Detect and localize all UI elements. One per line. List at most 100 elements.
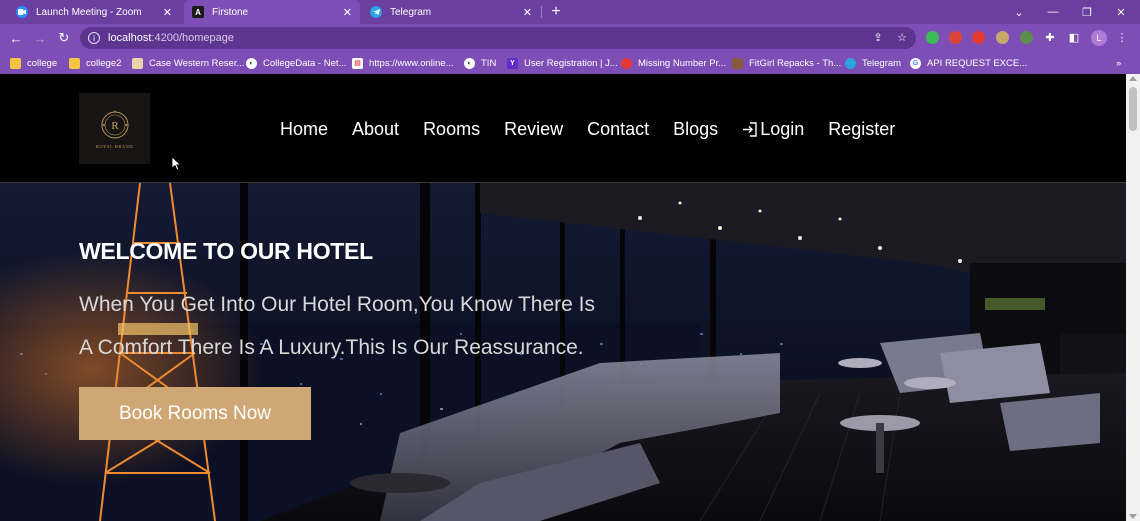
hero-title: WELCOME TO OUR HOTEL <box>79 238 373 264</box>
tab-title: Launch Meeting - Zoom <box>36 6 142 18</box>
bookmark-label: FitGirl Repacks - Th... <box>749 57 842 69</box>
url-host: localhost <box>108 32 152 44</box>
bookmark-collegedata[interactable]: ◐ CollegeData - Net... <box>246 55 346 71</box>
bookmark-college2[interactable]: college2 <box>69 55 121 71</box>
yahoo-icon: Y <box>507 57 518 69</box>
bookmark-online[interactable]: ▤ https://www.online... <box>352 55 453 71</box>
bookmark-label: CollegeData - Net... <box>263 57 347 69</box>
bookmark-label: TIN <box>481 57 497 69</box>
hero-subtitle-line-2: A Comfort There Is A Luxury.This Is Our … <box>79 336 584 359</box>
address-bar[interactable]: i localhost :4200/homepage <box>80 27 916 49</box>
bookmark-api-request[interactable]: G API REQUEST EXCE... <box>910 55 1027 71</box>
extension-icon[interactable] <box>926 31 939 44</box>
case-western-icon <box>132 57 143 69</box>
login-icon <box>742 121 759 138</box>
back-arrow-icon[interactable]: ← <box>7 29 25 47</box>
site-logo[interactable]: R ROYAL BRAND <box>79 93 150 164</box>
tab-firstone[interactable]: A Firstone ✕ <box>184 0 360 24</box>
site-header: R ROYAL BRAND Home About Rooms Review Co… <box>0 74 1126 183</box>
bookmark-label: https://www.online... <box>369 57 454 69</box>
extension-icon[interactable] <box>996 31 1009 44</box>
tab-telegram[interactable]: Telegram ✕ <box>362 0 540 24</box>
url-path: :4200/homepage <box>151 32 234 44</box>
bookmark-label: Telegram <box>862 57 902 69</box>
nav-about[interactable]: About <box>352 119 399 140</box>
extension-icon[interactable] <box>949 31 962 44</box>
forward-arrow-icon[interactable]: → <box>31 29 49 47</box>
bookmark-label: college <box>27 57 58 69</box>
nav-blogs[interactable]: Blogs <box>673 119 718 140</box>
main-nav: Home About Rooms Review Contact Blogs Lo… <box>280 118 919 140</box>
nav-login[interactable]: Login <box>742 119 804 140</box>
bookmark-label: User Registration | J... <box>524 57 618 69</box>
telegram-icon <box>370 6 382 18</box>
bookmarks-overflow-icon[interactable]: » <box>1116 55 1121 71</box>
nav-home[interactable]: Home <box>280 119 328 140</box>
bookmark-label: Case Western Reser... <box>149 57 245 69</box>
bookmark-fitgirl[interactable]: FitGirl Repacks - Th... <box>732 55 841 71</box>
side-panel-icon[interactable]: ◧ <box>1066 29 1082 45</box>
bookmark-case-western[interactable]: Case Western Reser... <box>132 55 244 71</box>
scrollbar-thumb[interactable] <box>1129 87 1137 131</box>
nav-review[interactable]: Review <box>504 119 563 140</box>
new-tab-button[interactable]: + <box>546 2 566 22</box>
bookmark-star-icon[interactable]: ☆ <box>894 29 910 45</box>
telegram-icon <box>845 57 856 69</box>
kebab-menu-icon[interactable]: ⋮ <box>1114 29 1130 45</box>
extension-icon[interactable] <box>972 31 985 44</box>
page-scrollbar[interactable] <box>1126 74 1140 521</box>
collegedata-icon: ◐ <box>246 57 257 69</box>
folder-icon <box>10 57 21 69</box>
bookmark-college[interactable]: college <box>10 55 57 71</box>
folder-icon <box>69 57 80 69</box>
nav-login-label: Login <box>760 118 805 139</box>
tab-search-chevron-icon[interactable]: ⌄ <box>1002 0 1036 24</box>
nav-contact[interactable]: Contact <box>587 119 649 140</box>
bookmark-label: Missing Number Pr... <box>638 57 727 69</box>
tab-close-icon[interactable]: ✕ <box>163 6 172 19</box>
page-viewport: R ROYAL BRAND Home About Rooms Review Co… <box>0 74 1140 521</box>
google-icon: G <box>910 57 921 69</box>
share-icon[interactable]: ⇪ <box>870 29 886 45</box>
scroll-up-arrow-icon[interactable] <box>1129 76 1137 81</box>
bookmark-label: API REQUEST EXCE... <box>927 57 1028 69</box>
site-info-icon[interactable]: i <box>88 32 100 44</box>
bug-icon <box>621 57 632 69</box>
scroll-down-arrow-icon[interactable] <box>1129 514 1137 519</box>
tab-title: Telegram <box>390 6 432 18</box>
bookmark-tin[interactable]: ◐ TIN <box>464 55 496 71</box>
crest-icon: R <box>101 110 128 139</box>
hero-section: WELCOME TO OUR HOTEL When You Get Into O… <box>0 183 1126 521</box>
bookmarks-bar: college college2 Case Western Reser... ◐… <box>0 52 1140 74</box>
restore-icon[interactable]: ❐ <box>1070 0 1104 24</box>
fitgirl-icon <box>732 57 743 69</box>
nav-rooms[interactable]: Rooms <box>423 119 480 140</box>
tab-title: Firstone <box>212 6 249 18</box>
nav-register[interactable]: Register <box>828 119 895 140</box>
bookmark-telegram[interactable]: Telegram <box>845 55 901 71</box>
tab-close-icon[interactable]: ✕ <box>343 6 352 19</box>
tab-close-icon[interactable]: ✕ <box>523 6 532 19</box>
tab-separator <box>541 6 542 18</box>
extensions-puzzle-icon[interactable]: ✚ <box>1042 29 1058 45</box>
book-rooms-now-button[interactable]: Book Rooms Now <box>79 387 311 440</box>
svg-text:R: R <box>111 120 119 132</box>
mouse-pointer-icon <box>172 157 182 171</box>
reload-icon[interactable]: ↻ <box>55 29 73 47</box>
tab-launch-meeting-zoom[interactable]: Launch Meeting - Zoom ✕ <box>8 0 180 24</box>
tin-icon: ◐ <box>464 57 475 69</box>
minimize-icon[interactable]: — <box>1036 0 1070 24</box>
bookmark-label: college2 <box>86 57 122 69</box>
close-window-icon[interactable]: ✕ <box>1104 0 1138 24</box>
browser-toolbar: ← → ↻ i localhost :4200/homepage ⇪ ☆ ✚ ◧… <box>0 24 1140 52</box>
browser-tabstrip: Launch Meeting - Zoom ✕ A Firstone ✕ Tel… <box>0 0 1140 24</box>
hero-subtitle-line-1: When You Get Into Our Hotel Room,You Kno… <box>79 293 595 316</box>
profile-avatar[interactable]: L <box>1091 30 1107 46</box>
bookmark-user-registration[interactable]: Y User Registration | J... <box>507 55 618 71</box>
bookmark-missing-number[interactable]: Missing Number Pr... <box>621 55 726 71</box>
hero-subtitle: When You Get Into Our Hotel Room,You Kno… <box>79 283 679 369</box>
logo-text: ROYAL BRAND <box>95 144 134 149</box>
zoom-icon <box>16 6 28 18</box>
extension-icon[interactable] <box>1020 31 1033 44</box>
angular-icon: A <box>192 6 204 18</box>
